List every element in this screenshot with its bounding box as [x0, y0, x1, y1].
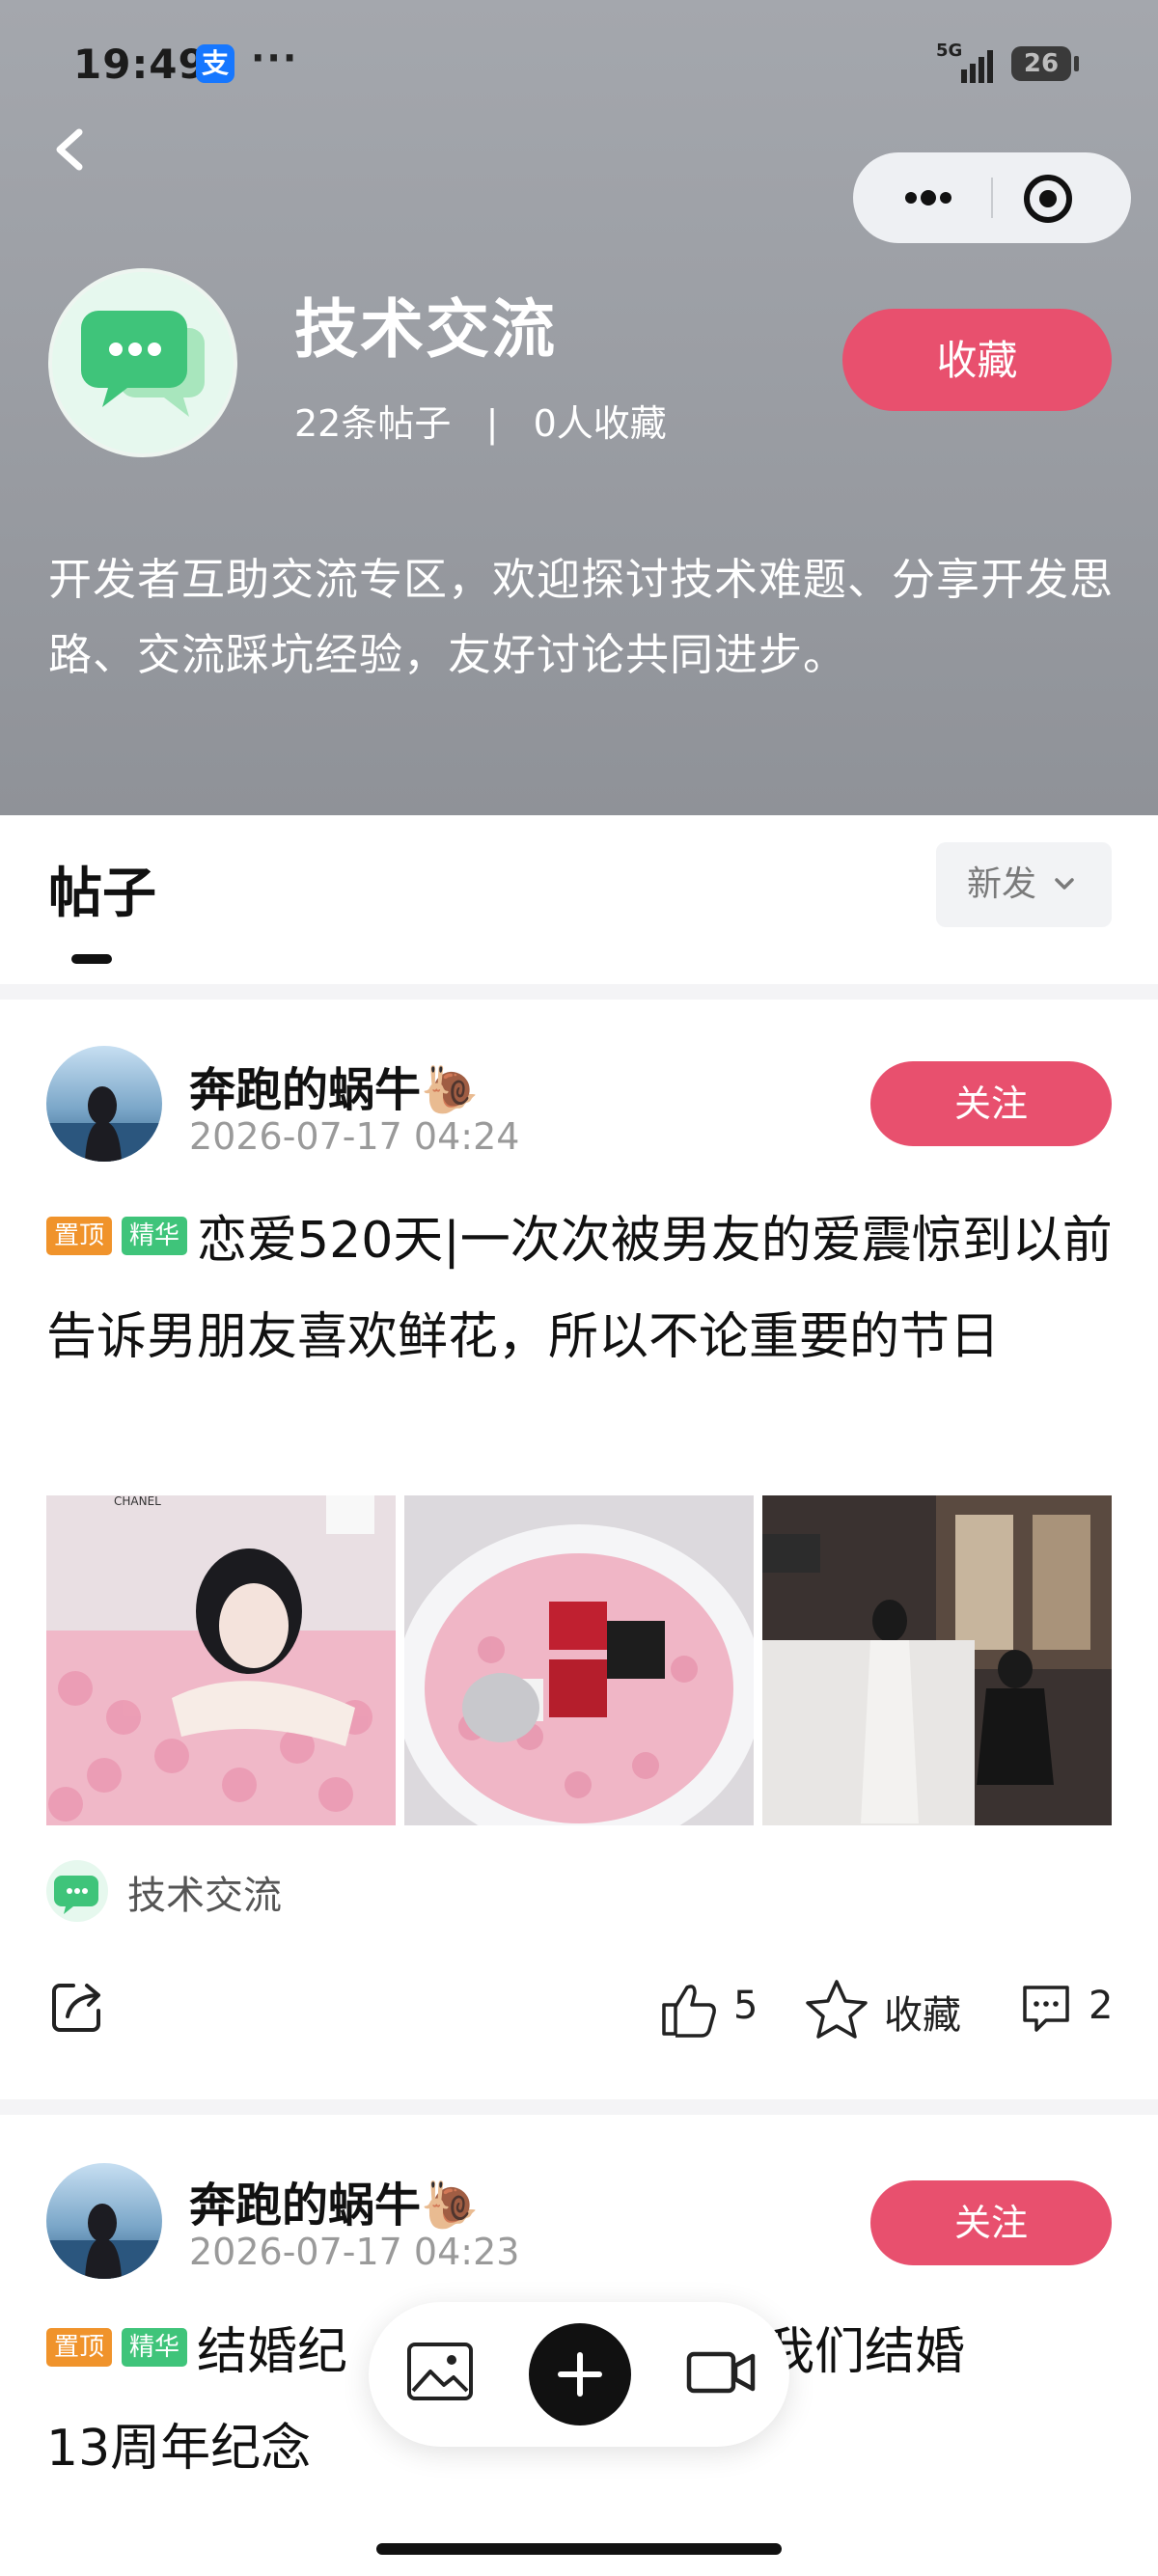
post-time: 2026-07-17 04:24: [189, 1115, 520, 1158]
home-indicator: [376, 2543, 782, 2555]
forum-description: 开发者互助交流专区，欢迎探讨技术难题、分享开发思路、交流踩坑经验，友好讨论共同进…: [48, 554, 1115, 680]
topic-tag-label: 技术交流: [127, 1874, 282, 1918]
post-content-left: 结婚纪: [197, 2323, 348, 2381]
thumb-up-icon[interactable]: [660, 1980, 720, 2038]
comment-count[interactable]: 2: [1089, 1984, 1113, 2028]
featured-badge: 精华: [122, 2328, 188, 2367]
post-image[interactable]: [404, 1495, 754, 1825]
post-tabs: 帖子 新发: [0, 815, 1158, 984]
back-icon[interactable]: [42, 121, 100, 178]
capsule-divider: [991, 178, 993, 218]
sort-dropdown[interactable]: 新发: [936, 842, 1112, 927]
forum-avatar: [48, 268, 237, 457]
publish-toolbar: [369, 2302, 789, 2447]
chat-bubble-icon: [81, 311, 205, 417]
plus-icon: [558, 2352, 602, 2397]
author-name[interactable]: 奔跑的蜗牛🐌: [189, 1052, 479, 1119]
pinned-badge: 置顶: [46, 1217, 113, 1255]
featured-badge: 精华: [122, 1217, 188, 1255]
tab-indicator: [71, 954, 112, 964]
sort-label: 新发: [967, 864, 1037, 904]
battery-tip: [1074, 56, 1079, 71]
signal-icon: [961, 50, 993, 83]
chat-bubble-icon: [46, 1860, 108, 1922]
follow-button[interactable]: 关注: [870, 2180, 1112, 2265]
post-images: CHANEL: [46, 1495, 1112, 1825]
forum-title: 技术交流: [294, 292, 557, 367]
svg-text:CHANEL: CHANEL: [114, 1495, 161, 1508]
more-icon[interactable]: [882, 172, 969, 224]
status-dots: ···: [251, 37, 299, 79]
post-content-line2: 13周年纪念: [46, 2420, 312, 2478]
section-divider: [0, 2099, 1158, 2115]
post-card[interactable]: 奔跑的蜗牛🐌 2026-07-17 04:24 关注 置顶 精华 恋爱520天|一次…: [0, 1000, 1158, 2099]
image-icon[interactable]: [405, 2341, 475, 2402]
comment-icon[interactable]: [1019, 1982, 1073, 2036]
alipay-icon: 支: [196, 44, 234, 83]
video-icon[interactable]: [685, 2343, 757, 2400]
avatar[interactable]: [46, 2163, 162, 2279]
target-icon[interactable]: [1019, 170, 1077, 228]
status-time: 19:49: [73, 41, 207, 88]
add-post-button[interactable]: [529, 2323, 631, 2425]
pinned-badge: 置顶: [46, 2328, 113, 2367]
chevron-down-icon: [1055, 878, 1074, 890]
section-divider: [0, 984, 1158, 1000]
collect-label[interactable]: 收藏: [884, 1984, 961, 2040]
post-text[interactable]: 置顶 精华 恋爱520天|一次次被男友的爱震惊到以前告诉男朋友喜欢鲜花，所以不论重要…: [46, 1192, 1117, 1385]
like-count[interactable]: 5: [733, 1984, 758, 2028]
favorite-button[interactable]: 收藏: [842, 309, 1112, 411]
forum-header: 19:49 支 ··· 5G 26 技术交流 22条帖子 | 0人收藏 收藏 开…: [0, 0, 1158, 815]
follow-button[interactable]: 关注: [870, 1061, 1112, 1146]
share-icon[interactable]: [46, 1976, 108, 2038]
post-time: 2026-07-17 04:23: [189, 2231, 520, 2273]
star-icon[interactable]: [805, 1978, 868, 2040]
post-image[interactable]: [762, 1495, 1112, 1825]
tab-posts[interactable]: 帖子: [48, 850, 156, 928]
mini-program-capsule: [853, 152, 1131, 243]
post-image[interactable]: CHANEL: [46, 1495, 396, 1825]
forum-stats: 22条帖子 | 0人收藏: [294, 402, 667, 445]
post-content: 恋爱520天|一次次被男友的爱震惊到以前告诉男朋友喜欢鲜花，所以不论重要的节日: [46, 1212, 1113, 1366]
battery-indicator: 26: [1011, 46, 1071, 81]
author-name[interactable]: 奔跑的蜗牛🐌: [189, 2167, 479, 2234]
avatar[interactable]: [46, 1046, 162, 1162]
